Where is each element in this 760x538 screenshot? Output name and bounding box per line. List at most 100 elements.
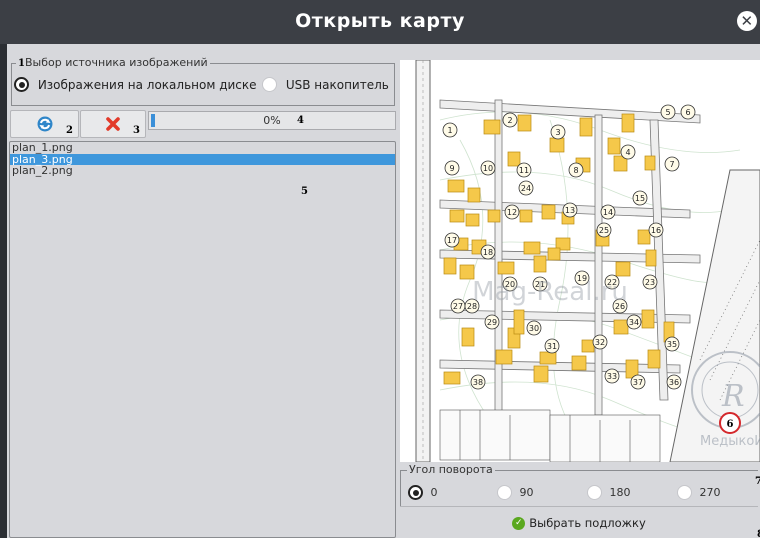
house-block	[513, 309, 525, 335]
plot-number: 1	[447, 126, 452, 135]
house-block	[443, 257, 457, 275]
radio-unchecked-icon[interactable]	[587, 485, 602, 500]
plot-number: 38	[473, 378, 483, 387]
plot-number: 6	[685, 108, 690, 117]
plot-number: 4	[625, 148, 630, 157]
plot-number: 24	[521, 184, 531, 193]
marker-4: 4	[297, 115, 304, 126]
house-block	[539, 351, 557, 365]
radio-local-disk-label: Изображения на локальном диске	[37, 77, 257, 92]
house-block	[523, 241, 541, 255]
plot-number: 30	[529, 324, 539, 333]
plot-number: 7	[669, 160, 674, 169]
angle-270[interactable]: 270	[677, 485, 721, 500]
house-block	[517, 114, 532, 132]
angle-90-label: 90	[519, 486, 534, 499]
plot-number: 2	[507, 116, 512, 125]
house-block	[637, 229, 651, 245]
plot-number: 17	[447, 236, 457, 245]
check-icon: ✓	[512, 517, 526, 530]
radio-unchecked-icon[interactable]	[677, 485, 692, 500]
marker-6: 6	[727, 419, 734, 430]
house-block	[443, 371, 461, 385]
progress-bar: 0% 4	[148, 111, 396, 130]
plot-number: 13	[565, 206, 575, 215]
plot-number: 32	[595, 338, 605, 347]
svg-text:R: R	[721, 379, 745, 414]
file-list[interactable]: plan_1.png plan_3.png plan_2.png 5	[9, 141, 396, 538]
house-block	[449, 209, 465, 223]
house-block	[465, 213, 480, 227]
source-group-title: Выбор источника изображений	[24, 56, 208, 69]
radio-unchecked-icon[interactable]	[262, 77, 277, 92]
marker-3: 3	[133, 125, 140, 136]
house-block	[533, 365, 549, 383]
house-block	[621, 113, 635, 133]
marker-7: 7	[755, 476, 760, 487]
house-block	[571, 355, 587, 371]
house-block	[519, 209, 533, 223]
delete-button[interactable]: 3	[80, 110, 146, 138]
house-block	[483, 119, 501, 135]
angle-180[interactable]: 180	[587, 485, 631, 500]
close-icon[interactable]: ✕	[737, 11, 757, 31]
file-list-item[interactable]: plan_2.png	[10, 165, 395, 177]
radio-usb-label: USB накопитель	[285, 77, 389, 92]
plot-number: 36	[669, 378, 679, 387]
house-block	[641, 309, 655, 329]
left-panel: 1Выбор источника изображений Изображения…	[0, 44, 398, 538]
refresh-button[interactable]: 2	[10, 110, 79, 138]
plot-number: 23	[645, 278, 655, 287]
refresh-icon	[37, 116, 53, 132]
radio-checked-icon[interactable]	[408, 485, 423, 500]
right-panel: 1 2 3 4 5 6 7 8 9 10 11 12 13 14 15 16 17 18 19 20 21 22 23 24 2…	[398, 44, 760, 538]
radio-local-disk[interactable]: Изображения на локальном диске	[14, 77, 257, 92]
plot-number: 25	[599, 226, 609, 235]
plot-number: 15	[635, 194, 645, 203]
plot-number: 8	[573, 166, 578, 175]
marker-1: 1	[18, 58, 25, 69]
house-block	[549, 137, 565, 153]
source-group-legend: 1Выбор источника изображений	[16, 56, 210, 69]
site-plan-image: 12345 6789 10 1112 13 14151617181920 21 22 23242…	[400, 60, 760, 462]
radio-usb[interactable]: USB накопитель	[262, 77, 389, 92]
rotation-group-legend: Угол поворота	[407, 463, 495, 476]
house-block	[497, 261, 515, 275]
marker-2: 2	[66, 125, 73, 136]
map-preview: 1 2 3 4 5 6 7 8 9 10 11 12 13 14 15 16 17 18 19 20 21 22 23 24 2…	[400, 60, 760, 462]
house-block	[447, 179, 465, 193]
plot-number: 10	[483, 164, 493, 173]
plot-number: 29	[487, 318, 497, 327]
plot-number: 5	[665, 108, 670, 117]
watermark-text: Mag-Real.ru	[472, 277, 628, 307]
angle-90[interactable]: 90	[497, 485, 534, 500]
angle-180-label: 180	[609, 486, 631, 499]
plot-number: 16	[651, 226, 661, 235]
seal-text: МедыкоИ	[700, 434, 760, 449]
radio-checked-icon[interactable]	[14, 77, 29, 92]
angle-0-label: 0	[430, 486, 438, 499]
house-block	[607, 137, 621, 155]
house-block	[615, 261, 631, 277]
house-block	[647, 349, 661, 369]
house-block	[495, 349, 513, 365]
choose-background-button[interactable]: ✓Выбрать подложку 8	[400, 506, 760, 538]
house-block	[645, 249, 657, 267]
plot-number: 33	[607, 372, 617, 381]
house-block	[507, 151, 521, 167]
title-bar: Открыть карту ✕	[0, 0, 760, 44]
plot-number: 34	[629, 318, 639, 327]
radio-unchecked-icon[interactable]	[497, 485, 512, 500]
choose-background-label: Выбрать подложку	[529, 516, 646, 530]
plot-number: 11	[519, 166, 529, 175]
progress-text: 0%	[263, 114, 281, 127]
plot-number: 14	[603, 208, 613, 217]
file-list-item[interactable]: plan_1.png	[10, 142, 395, 154]
plot-number: 12	[507, 208, 517, 217]
house-block	[581, 339, 595, 353]
bottom-structures	[439, 409, 661, 462]
plot-number: 37	[633, 378, 643, 387]
house-block	[487, 209, 501, 223]
angle-0[interactable]: 0	[408, 485, 438, 500]
plot-number: 31	[547, 342, 557, 351]
